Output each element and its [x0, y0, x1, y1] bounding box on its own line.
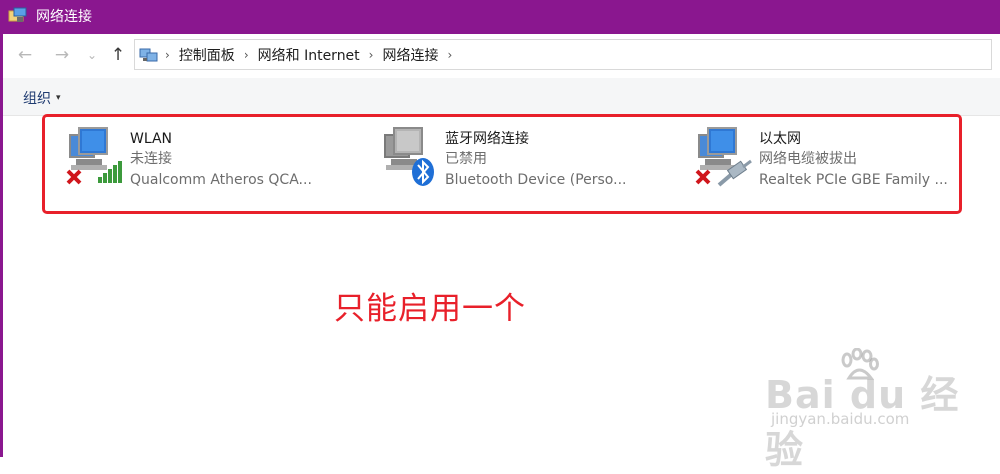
command-bar: 组织 ▾ — [3, 78, 1000, 116]
organize-menu-button[interactable]: 组织 ▾ — [23, 88, 61, 108]
address-bar: ← → ⌄ ↑ › 控制面板 › 网络和 Internet › 网络连接 › — [3, 34, 1000, 78]
address-path-box[interactable]: › 控制面板 › 网络和 Internet › 网络连接 › — [134, 39, 992, 70]
back-button[interactable]: ← — [14, 44, 36, 66]
window-title: 网络连接 — [36, 9, 92, 25]
breadcrumb-item-network-internet[interactable]: 网络和 Internet — [258, 45, 360, 65]
chevron-down-icon: ▾ — [56, 93, 61, 103]
forward-button[interactable]: → — [51, 44, 73, 66]
organize-label: 组织 — [23, 91, 51, 107]
breadcrumb-item-control-panel[interactable]: 控制面板 — [179, 45, 235, 65]
baidu-jingyan-watermark: Bai du 经验 jingyan.baidu.com — [765, 348, 965, 472]
annotation-highlight-box — [42, 114, 962, 214]
up-button[interactable]: ↑ — [107, 44, 129, 66]
watermark-url: jingyan.baidu.com — [771, 410, 910, 428]
recent-locations-dropdown[interactable]: ⌄ — [81, 44, 103, 66]
breadcrumb-item-network-connections[interactable]: 网络连接 — [382, 45, 438, 65]
title-bar: 网络连接 — [0, 0, 1000, 34]
breadcrumb-separator[interactable]: › — [447, 48, 452, 62]
breadcrumb-separator[interactable]: › — [244, 48, 249, 62]
breadcrumb: › 控制面板 › 网络和 Internet › 网络连接 › — [163, 40, 461, 69]
breadcrumb-separator[interactable]: › — [165, 48, 170, 62]
network-connections-icon — [139, 48, 158, 62]
annotation-text: 只能启用一个 — [334, 291, 526, 327]
breadcrumb-separator[interactable]: › — [369, 48, 374, 62]
network-folder-icon — [8, 7, 27, 22]
